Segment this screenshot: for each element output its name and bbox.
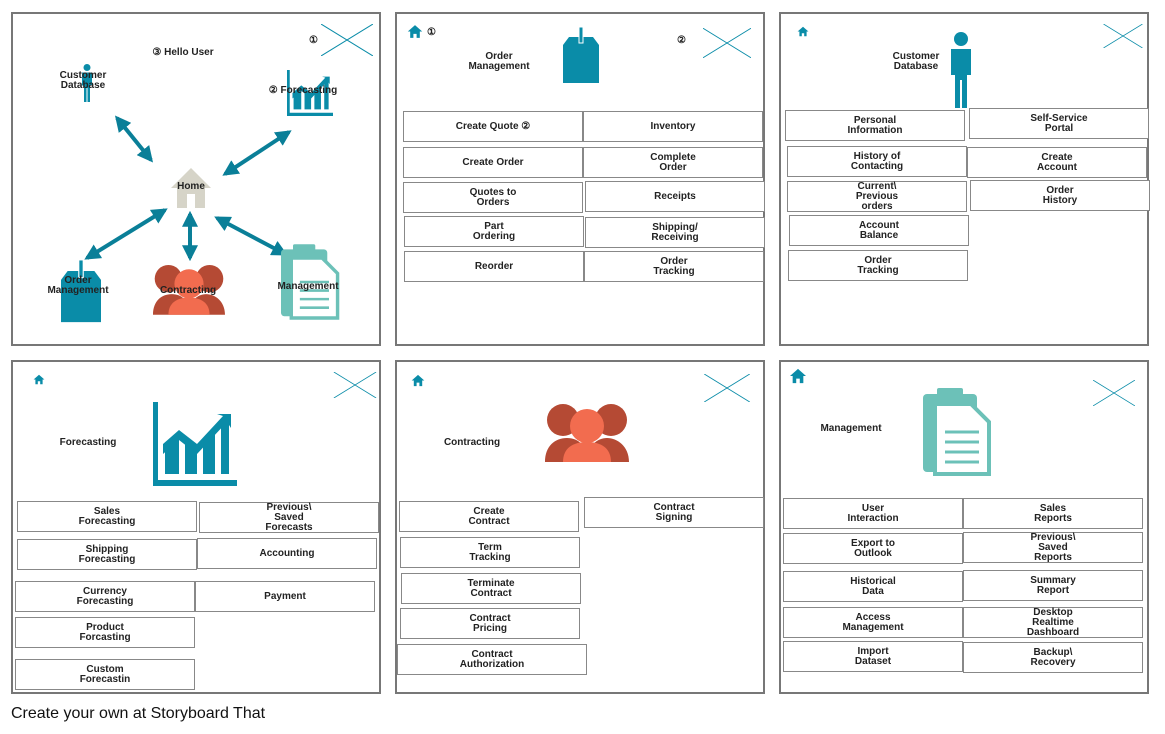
- shipping-forecasting-button[interactable]: Shipping Forecasting: [17, 539, 197, 570]
- order-tag-icon: [563, 24, 599, 86]
- history-of-contacting-button[interactable]: History of Contacting: [787, 146, 967, 177]
- close-icon[interactable]: [703, 28, 751, 58]
- sales-forecasting-button[interactable]: Sales Forecasting: [17, 501, 197, 532]
- complete-order-button[interactable]: Complete Order: [583, 147, 763, 178]
- part-ordering-button[interactable]: Part Ordering: [404, 216, 584, 247]
- home-icon[interactable]: [411, 374, 425, 387]
- page-title: Customer Database: [892, 51, 940, 72]
- receipts-button[interactable]: Receipts: [585, 181, 765, 212]
- create-account-button[interactable]: Create Account: [967, 147, 1147, 178]
- accounting-button[interactable]: Accounting: [197, 538, 377, 569]
- home-icon[interactable]: [789, 368, 807, 384]
- product-forecasting-button[interactable]: Product Forcasting: [15, 617, 195, 648]
- panel-contracting: Contracting Create Contract Contract Sig…: [395, 360, 765, 694]
- clipboard-icon: [923, 388, 993, 476]
- page-title: Order Management: [468, 51, 530, 72]
- current-previous-orders-button[interactable]: Current\ Previous orders: [787, 181, 967, 212]
- user-interaction-button[interactable]: User Interaction: [783, 498, 963, 529]
- summary-report-button[interactable]: Summary Report: [963, 570, 1143, 601]
- page-title: Contracting: [443, 437, 501, 448]
- previous-saved-forecasts-button[interactable]: Previous\ Saved Forecasts: [199, 502, 379, 533]
- panel-home-overview: ① ③ Hello User Customer Database ② Forec…: [11, 12, 381, 346]
- page-title: Management: [820, 423, 882, 434]
- historical-data-button[interactable]: Historical Data: [783, 571, 963, 602]
- import-dataset-button[interactable]: Import Dataset: [783, 641, 963, 672]
- desktop-realtime-dashboard-button[interactable]: Desktop Realtime Dashboard: [963, 607, 1143, 638]
- order-tracking-button[interactable]: Order Tracking: [584, 251, 764, 282]
- people-icon: [545, 402, 629, 462]
- currency-forecasting-button[interactable]: Currency Forecasting: [15, 581, 195, 612]
- create-contract-button[interactable]: Create Contract: [399, 501, 579, 532]
- nav-order-management[interactable]: Order Management: [43, 276, 113, 296]
- term-tracking-button[interactable]: Term Tracking: [400, 537, 580, 568]
- page-title: Forecasting: [59, 437, 117, 448]
- panel-forecasting: Forecasting Sales Forecasting Previous\ …: [11, 360, 381, 694]
- home-icon[interactable]: [33, 374, 45, 385]
- access-management-button[interactable]: Access Management: [783, 607, 963, 638]
- account-balance-button[interactable]: Account Balance: [789, 215, 969, 246]
- create-quote-button[interactable]: Create Quote ②: [403, 111, 583, 142]
- contract-signing-button[interactable]: Contract Signing: [584, 497, 764, 528]
- footer-credit[interactable]: Create your own at Storyboard That: [11, 705, 265, 723]
- reorder-button[interactable]: Reorder: [404, 251, 584, 282]
- create-order-button[interactable]: Create Order: [403, 147, 583, 178]
- export-to-outlook-button[interactable]: Export to Outlook: [783, 533, 963, 564]
- close-icon[interactable]: [1103, 24, 1143, 48]
- payment-button[interactable]: Payment: [195, 581, 375, 612]
- personal-information-button[interactable]: Personal Information: [785, 110, 965, 141]
- contract-authorization-button[interactable]: Contract Authorization: [397, 644, 587, 675]
- close-icon[interactable]: [333, 372, 377, 398]
- home-icon[interactable]: [407, 24, 423, 39]
- contract-pricing-button[interactable]: Contract Pricing: [400, 608, 580, 639]
- inventory-button[interactable]: Inventory: [583, 111, 763, 142]
- chart-icon: [153, 402, 237, 486]
- shipping-receiving-button[interactable]: Shipping/ Receiving: [585, 217, 765, 248]
- marker-2: ②: [677, 35, 686, 46]
- self-service-portal-button[interactable]: Self-Service Portal: [969, 108, 1149, 139]
- sales-reports-button[interactable]: Sales Reports: [963, 498, 1143, 529]
- backup-recovery-button[interactable]: Backup\ Recovery: [963, 642, 1143, 673]
- panel-order-management: ① Order Management ② Create Quote ② Inve…: [395, 12, 765, 346]
- marker-1: ①: [427, 27, 436, 38]
- order-tracking-button[interactable]: Order Tracking: [788, 250, 968, 281]
- close-icon[interactable]: [703, 374, 751, 402]
- custom-forecasting-button[interactable]: Custom Forecastin: [15, 659, 195, 690]
- previous-saved-reports-button[interactable]: Previous\ Saved Reports: [963, 532, 1143, 563]
- nav-contracting[interactable]: Contracting: [153, 286, 223, 296]
- close-icon[interactable]: [1093, 380, 1135, 406]
- nav-management[interactable]: Management: [275, 282, 341, 292]
- terminate-contract-button[interactable]: Terminate Contract: [401, 573, 581, 604]
- panel-management: Management User Interaction Sales Report…: [779, 360, 1149, 694]
- panel-customer-database: Customer Database Personal Information S…: [779, 12, 1150, 346]
- quotes-to-orders-button[interactable]: Quotes to Orders: [403, 182, 583, 213]
- person-icon: [949, 32, 973, 108]
- order-history-button[interactable]: Order History: [970, 180, 1150, 211]
- home-icon[interactable]: [797, 26, 809, 37]
